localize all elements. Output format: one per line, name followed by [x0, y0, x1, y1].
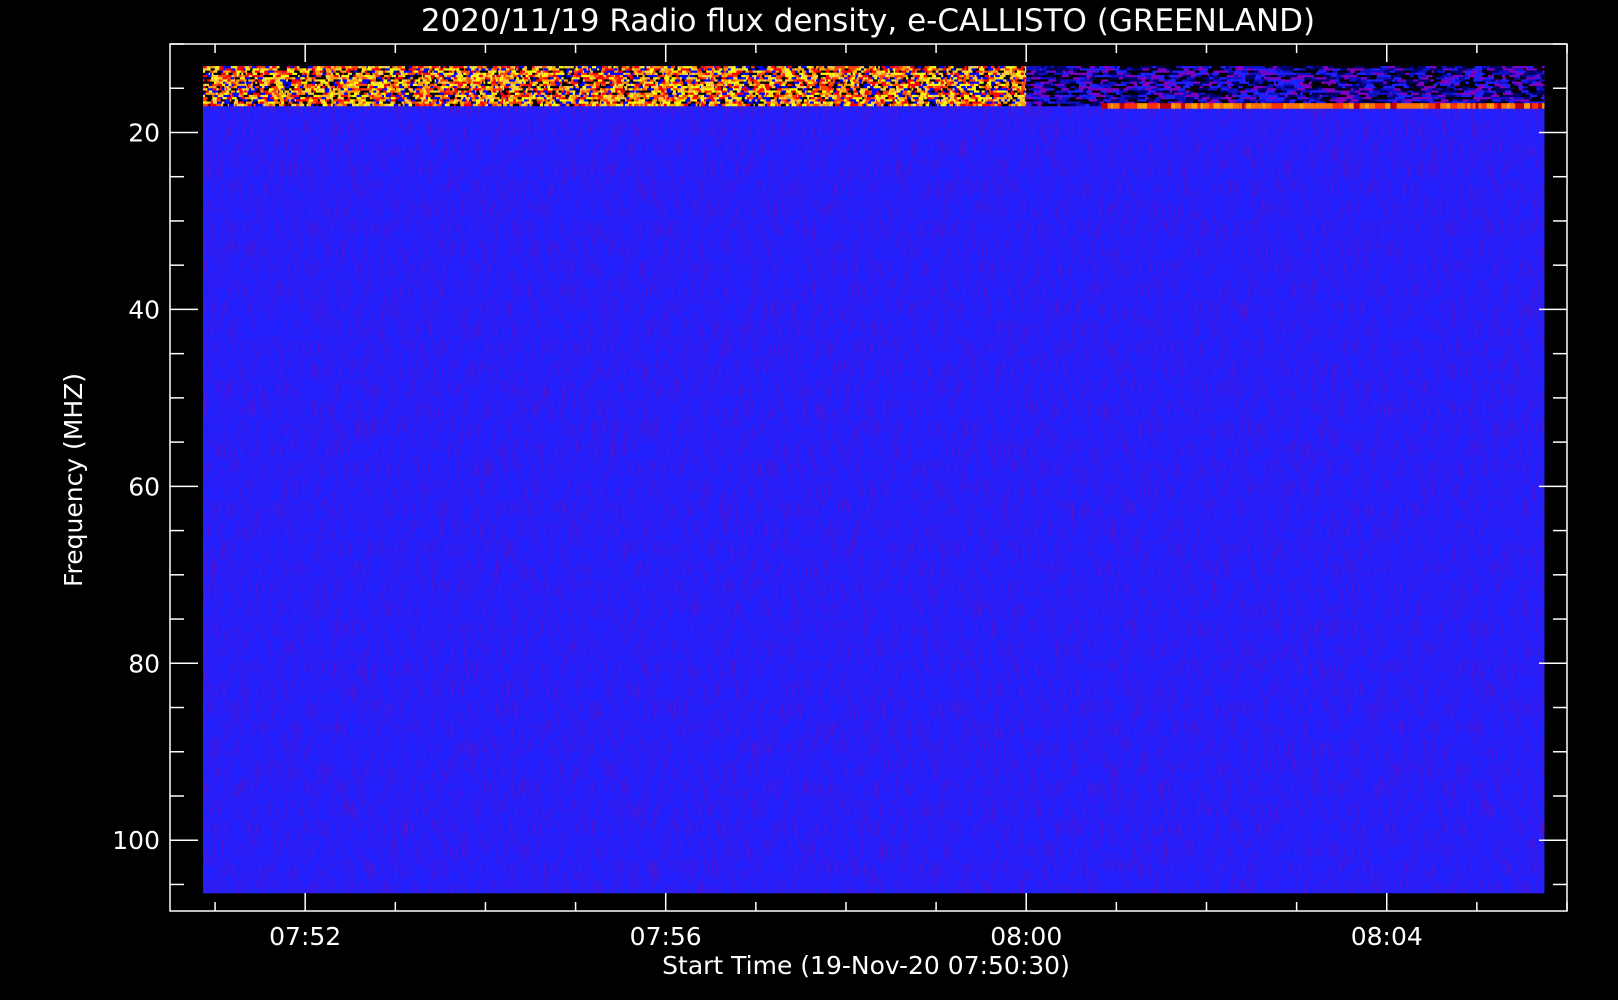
x-tick-label: 07:56: [630, 922, 702, 951]
x-tick-label: 07:52: [269, 922, 341, 951]
y-tick-label: 20: [128, 118, 160, 147]
x-axis-label: Start Time (19-Nov-20 07:50:30): [662, 951, 1070, 980]
x-tick-label: 08:00: [990, 922, 1062, 951]
chart-title: 2020/11/19 Radio flux density, e-CALLIST…: [421, 3, 1315, 39]
y-tick-label: 100: [112, 826, 160, 855]
spectrogram-image: [203, 66, 1545, 894]
heatmap-noise: [203, 66, 1545, 894]
x-tick-label: 08:04: [1351, 922, 1423, 951]
y-axis-label: Frequency (MHZ): [59, 373, 88, 587]
interference-band: [203, 66, 1030, 107]
interference-band-late: [1026, 66, 1545, 107]
y-tick-label: 80: [128, 649, 160, 678]
y-tick-label: 40: [128, 295, 160, 324]
spectrogram-chart: 2020/11/19 Radio flux density, e-CALLIST…: [0, 0, 1618, 1000]
emission-line: [1101, 103, 1545, 109]
y-tick-label: 60: [128, 472, 160, 501]
